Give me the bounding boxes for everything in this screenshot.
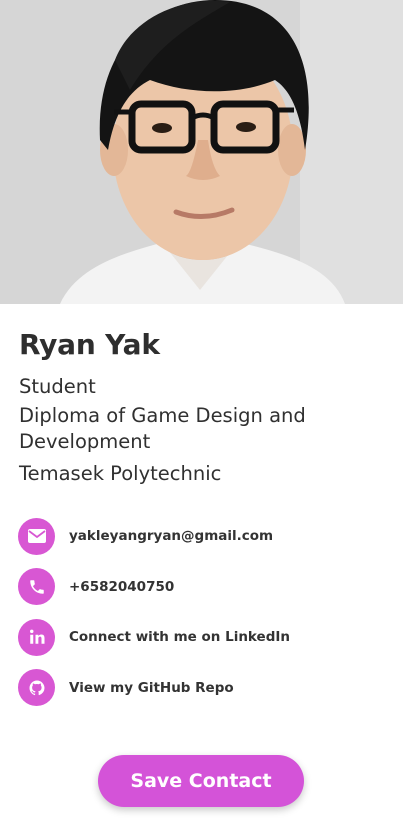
contact-list: yakleyangryan@gmail.com +6582040750 Conn…	[18, 517, 388, 719]
profile-school: Temasek Polytechnic	[19, 462, 222, 485]
phone-text: +6582040750	[69, 578, 175, 595]
github-link[interactable]: View my GitHub Repo	[18, 669, 388, 707]
phone-link[interactable]: +6582040750	[18, 568, 388, 606]
linkedin-text: Connect with me on LinkedIn	[69, 629, 290, 645]
profile-name: Ryan Yak	[19, 328, 160, 361]
linkedin-icon	[18, 618, 55, 656]
github-icon	[18, 669, 55, 706]
linkedin-link[interactable]: Connect with me on LinkedIn	[18, 618, 388, 656]
email-link[interactable]: yakleyangryan@gmail.com	[18, 517, 388, 555]
email-text: yakleyangryan@gmail.com	[69, 528, 274, 544]
envelope-icon	[18, 517, 55, 555]
profile-program: Diploma of Game Design and Development	[19, 404, 306, 453]
save-contact-button[interactable]: Save Contact	[98, 755, 304, 807]
profile-role: Student	[19, 375, 96, 398]
github-text: View my GitHub Repo	[69, 679, 234, 696]
profile-photo	[0, 0, 403, 304]
phone-icon	[18, 568, 55, 605]
